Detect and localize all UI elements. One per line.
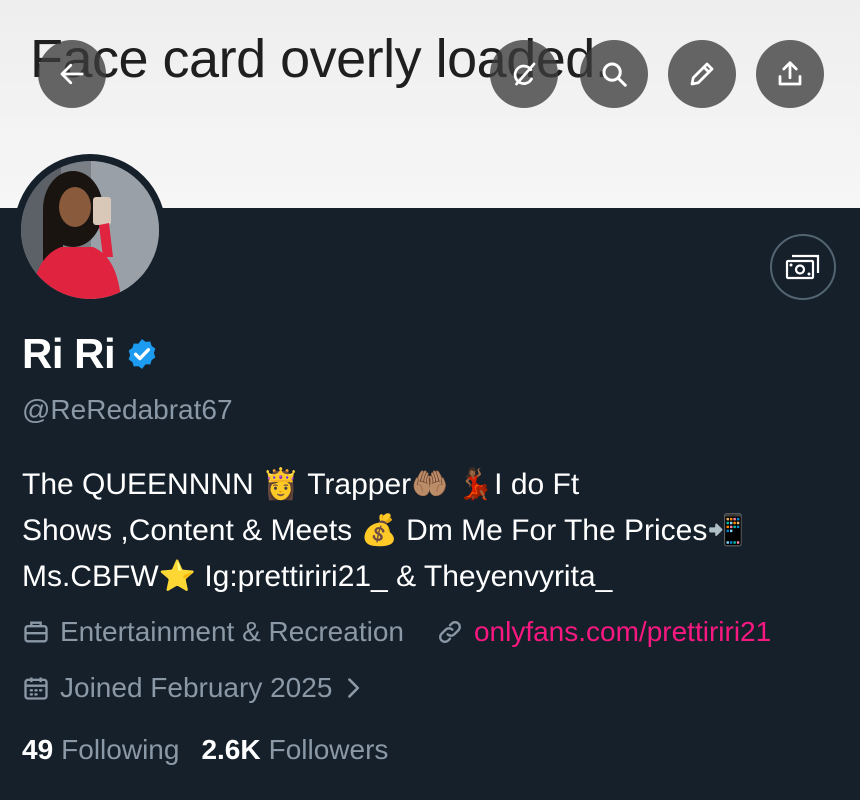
following-label: Following: [61, 734, 180, 765]
link-icon: [439, 621, 461, 643]
search-button[interactable]: [580, 40, 648, 108]
calendar-icon: [24, 677, 48, 700]
followers-label: Followers: [268, 734, 389, 765]
followers-stat[interactable]: 2.6K Followers: [201, 734, 388, 766]
following-stat[interactable]: 49 Following: [22, 734, 179, 766]
share-icon: [778, 61, 802, 86]
bio-line-3: Ms.CBFW⭐ Ig:prettiriri21_ & Theyenvyrita…: [22, 560, 613, 593]
grok-button[interactable]: [490, 40, 558, 108]
name-row: Ri Ri: [22, 330, 159, 378]
profile-link[interactable]: onlyfans.com/prettiriri21: [436, 616, 771, 648]
avatar-frame[interactable]: [14, 154, 166, 306]
bio-line-2: Shows ,Content & Meets 💰 Dm Me For The P…: [22, 514, 745, 547]
chevron-right-icon: [348, 678, 360, 698]
profile-link-text[interactable]: onlyfans.com/prettiriri21: [474, 616, 771, 648]
joined-row[interactable]: Joined February 2025: [22, 672, 372, 704]
search-icon: [602, 62, 627, 87]
money-icon: [785, 254, 820, 280]
followers-count: 2.6K: [201, 734, 261, 765]
share-button[interactable]: [756, 40, 824, 108]
joined-date: Joined February 2025: [60, 672, 333, 703]
profile-category: Entertainment & Recreation: [60, 616, 404, 647]
verified-badge-icon[interactable]: [125, 337, 159, 371]
back-arrow-icon: [60, 63, 84, 85]
avatar[interactable]: [21, 161, 159, 299]
avatar-photo: [21, 161, 159, 299]
edit-profile-button[interactable]: [668, 40, 736, 108]
following-count: 49: [22, 734, 54, 765]
briefcase-icon: [24, 621, 48, 643]
profile-meta-row: Entertainment & Recreation onlyfans.com/…: [22, 616, 771, 648]
grok-icon: [513, 62, 536, 86]
display-name: Ri Ri: [22, 330, 116, 377]
bio: The QUEENNNN 👸 Trapper🤲🏽 💃🏾I do Ft Shows …: [22, 462, 842, 600]
back-button[interactable]: [38, 40, 106, 108]
follow-stats: 49 Following 2.6K Followers: [22, 734, 388, 766]
tips-button[interactable]: [770, 234, 836, 300]
bio-line-1: The QUEENNNN 👸 Trapper🤲🏽 💃🏾I do Ft: [22, 468, 580, 501]
user-handle: @ReRedabrat67: [22, 394, 233, 425]
pencil-icon: [690, 62, 714, 86]
